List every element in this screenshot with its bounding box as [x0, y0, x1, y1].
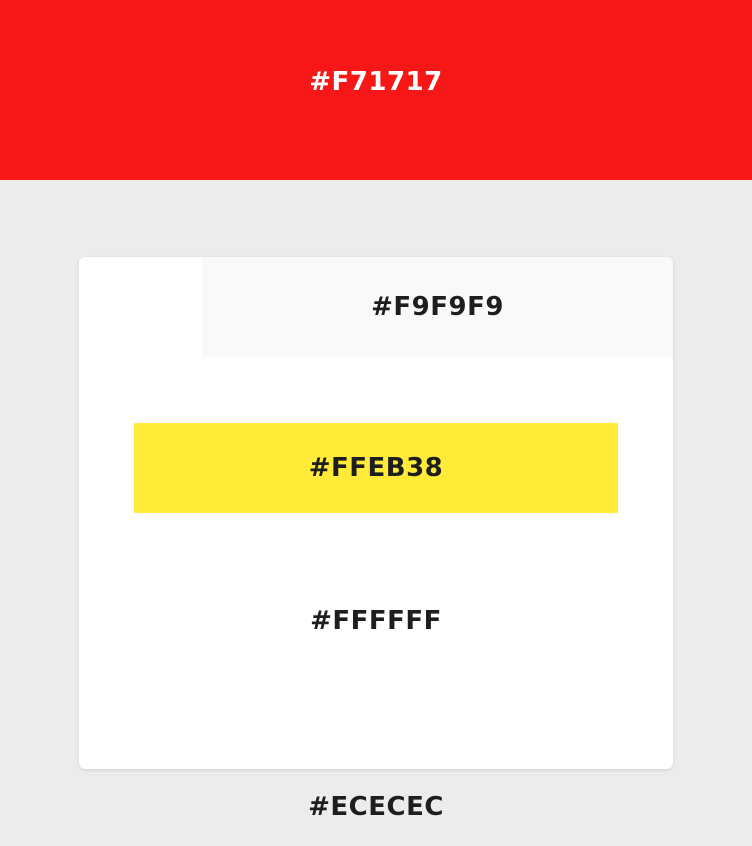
header-color-label: #F71717: [309, 67, 443, 97]
background-color-label: #ECECEC: [308, 792, 444, 822]
strip-color-label: #F9F9F9: [371, 292, 504, 322]
palette-page: { "header": { "color": "#F71717", "label…: [0, 0, 752, 846]
accent-swatch: #FFEB38: [134, 423, 618, 513]
accent-color-label: #FFEB38: [308, 453, 444, 483]
header-swatch: #F71717: [0, 0, 752, 180]
strip-swatch: #F9F9F9: [202, 257, 673, 357]
card-swatch: #F9F9F9 #FFEB38 #FFFFFF: [79, 257, 673, 769]
card-color-label: #FFFFFF: [310, 606, 442, 636]
